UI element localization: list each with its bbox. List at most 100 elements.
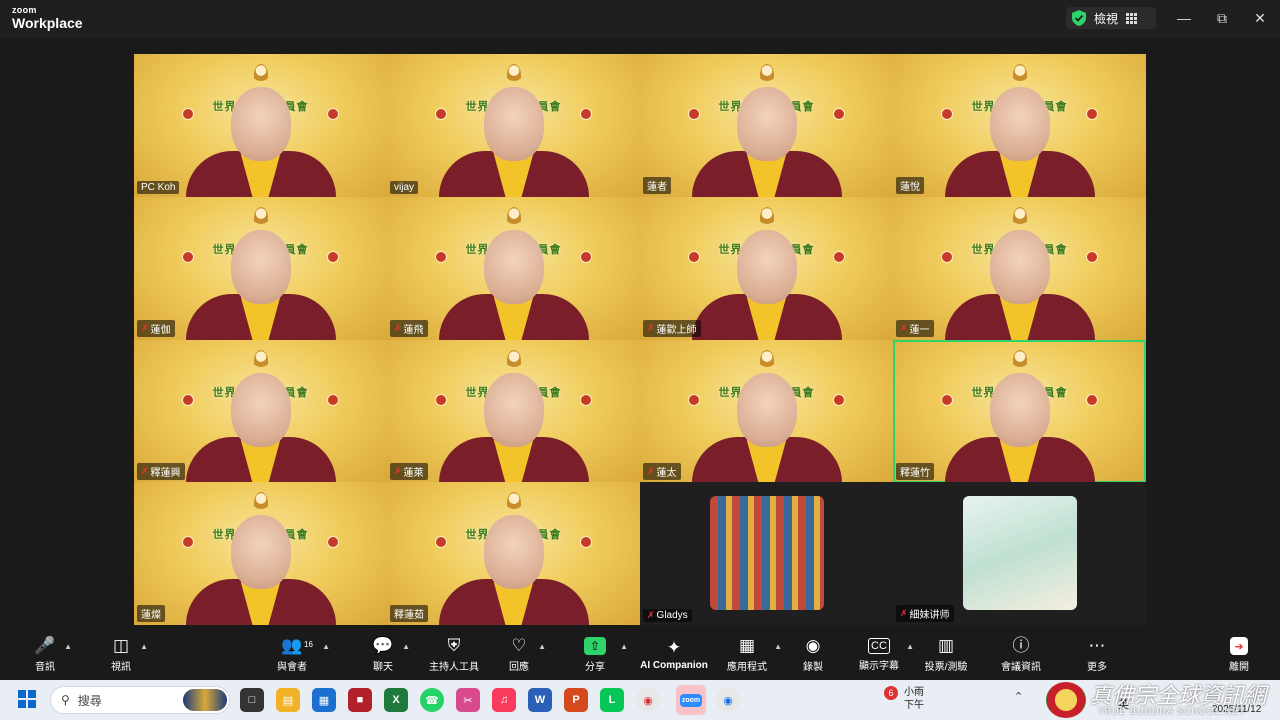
- sparkle-icon: ✦: [666, 638, 682, 657]
- chrome-alt-icon[interactable]: ◉: [716, 688, 740, 712]
- zoom-app-icon[interactable]: zoom: [676, 685, 706, 715]
- video-tile[interactable]: 世界真佛宗委員會✗釋蓮興: [134, 340, 387, 483]
- participant-name-tag: 釋蓮竹: [896, 463, 934, 480]
- audio-button[interactable]: 🎤 音訊 ▲: [30, 630, 72, 680]
- share-button[interactable]: ⇧ 分享 ▲: [580, 630, 628, 680]
- close-icon[interactable]: ✕: [1250, 8, 1270, 28]
- participant-video: [691, 222, 842, 340]
- chat-button[interactable]: 💬 聊天 ▲: [368, 630, 410, 680]
- chevron-up-icon[interactable]: ▲: [906, 642, 914, 651]
- participant-name-tag: ✗ 蓮萊: [390, 463, 428, 480]
- chevron-up-icon[interactable]: ▲: [402, 642, 410, 651]
- brand-large: Workplace: [12, 15, 83, 31]
- exit-door-icon: ➜: [1230, 637, 1248, 655]
- participant-name-tag: ✗ 蓮一: [896, 320, 934, 337]
- participant-name-tag: vijay: [390, 181, 419, 194]
- minimize-icon[interactable]: —: [1174, 8, 1194, 28]
- chrome-icon[interactable]: ◉: [636, 688, 660, 712]
- participant-video: [438, 365, 589, 483]
- video-tile[interactable]: 世界真佛宗委員會釋蓮茹: [387, 482, 640, 625]
- participant-video: [944, 365, 1095, 483]
- snipping-tool-icon[interactable]: ✂: [456, 688, 480, 712]
- video-tile[interactable]: ✗ Gladys: [640, 482, 893, 625]
- video-tile[interactable]: 世界真佛宗委員會✗蓮萊: [387, 340, 640, 483]
- line-icon[interactable]: L: [600, 688, 624, 712]
- participant-name: 蓮萊: [403, 468, 424, 479]
- more-button[interactable]: ⋯ 更多: [1082, 630, 1112, 680]
- camera-icon: ◫: [112, 636, 130, 655]
- leave-button[interactable]: ➜ 離開: [1224, 630, 1254, 680]
- whatsapp-icon[interactable]: ☎: [420, 688, 444, 712]
- participant-video: [185, 507, 336, 625]
- file-explorer-icon[interactable]: ▤: [276, 688, 300, 712]
- chevron-up-icon[interactable]: ▲: [140, 642, 148, 651]
- mic-muted-icon: ✗: [394, 466, 402, 476]
- chevron-up-icon[interactable]: ▲: [64, 642, 72, 651]
- search-icon: ⚲: [61, 693, 70, 707]
- weather-widget[interactable]: 6 小雨 下午: [884, 686, 924, 712]
- store-icon[interactable]: ▦: [312, 688, 336, 712]
- participants-button[interactable]: 👥 與會者 16 ▲: [272, 630, 330, 680]
- video-tile[interactable]: 世界真佛宗委員會✗蓮飛: [387, 197, 640, 340]
- taskbar-search[interactable]: ⚲ 搜尋: [50, 686, 230, 714]
- video-tile[interactable]: 世界真佛宗委員會✗蓮歡上師: [640, 197, 893, 340]
- participant-name-tag: ✗ 蓮飛: [390, 320, 428, 337]
- chevron-up-icon[interactable]: ▲: [774, 642, 782, 651]
- system-tray[interactable]: ⌃: [1014, 690, 1023, 703]
- participant-name-tag: 蓮燦: [137, 605, 165, 622]
- media-app-icon[interactable]: ■: [348, 688, 372, 712]
- participant-video: [691, 79, 842, 197]
- participant-video: [438, 507, 589, 625]
- video-tile[interactable]: 世界真佛宗委員會✗蓮伽: [134, 197, 387, 340]
- participant-name: 蓮燦: [141, 610, 161, 621]
- chevron-up-icon[interactable]: ⌃: [1014, 691, 1023, 703]
- video-tile[interactable]: 世界真佛宗委員會✗蓮一: [893, 197, 1146, 340]
- chevron-up-icon[interactable]: ▲: [322, 642, 330, 651]
- more-label: 更多: [1087, 662, 1107, 673]
- video-tile[interactable]: ✗ 細妹讲师: [893, 482, 1146, 625]
- word-icon[interactable]: W: [528, 688, 552, 712]
- ai-companion-button[interactable]: ✦ AI Companion: [638, 630, 710, 680]
- weather-badge: 6: [884, 686, 898, 700]
- host-tools-button[interactable]: ⛨ 主持人工具: [424, 630, 484, 680]
- video-tile[interactable]: 世界真佛宗委員會vijay: [387, 54, 640, 197]
- chevron-up-icon[interactable]: ▲: [620, 642, 628, 651]
- apps-button[interactable]: ▦ 應用程式 ▲: [724, 630, 782, 680]
- video-tile[interactable]: 世界真佛宗委員會釋蓮竹: [893, 340, 1146, 483]
- reactions-button[interactable]: ♡ 回應 ▲: [504, 630, 546, 680]
- task-view-icon[interactable]: □: [240, 688, 264, 712]
- mic-muted-icon: ✗: [900, 323, 908, 333]
- polls-button[interactable]: ▥ 投票/測驗: [922, 630, 970, 680]
- video-tile[interactable]: 世界真佛宗委員會蓮者: [640, 54, 893, 197]
- participant-name-tag: 釋蓮茹: [390, 605, 428, 622]
- bar-chart-icon: ▥: [937, 636, 955, 655]
- participant-video: [185, 79, 336, 197]
- participant-video: [185, 222, 336, 340]
- video-tile[interactable]: 世界真佛宗委員會PC Koh: [134, 54, 387, 197]
- captions-button[interactable]: CC 顯示字幕 ▲: [856, 630, 914, 680]
- video-tile[interactable]: 世界真佛宗委員會蓮悅: [893, 54, 1146, 197]
- info-icon: ⓘ: [1012, 636, 1030, 655]
- participant-video: [438, 222, 589, 340]
- video-tile[interactable]: 世界真佛宗委員會✗蓮太: [640, 340, 893, 483]
- meeting-info-button[interactable]: ⓘ 會議資訊: [998, 630, 1044, 680]
- weather-text: 小雨: [904, 687, 924, 698]
- video-label: 視訊: [111, 662, 131, 673]
- apps-label: 應用程式: [727, 662, 767, 673]
- video-button[interactable]: ◫ 視訊 ▲: [106, 630, 148, 680]
- excel-icon[interactable]: X: [384, 688, 408, 712]
- search-highlight-image: [183, 689, 227, 711]
- host-tools-label: 主持人工具: [429, 662, 479, 673]
- music-icon[interactable]: ♫: [492, 688, 516, 712]
- windows-start-icon[interactable]: [18, 690, 36, 708]
- participant-name-tag: PC Koh: [137, 181, 180, 194]
- shield-icon: ⛨: [447, 636, 461, 655]
- participant-name: 釋蓮竹: [900, 468, 930, 479]
- record-button[interactable]: ◉ 錄製: [798, 630, 828, 680]
- powerpoint-icon[interactable]: P: [564, 688, 588, 712]
- maximize-icon[interactable]: ⧉: [1212, 8, 1232, 28]
- chevron-up-icon[interactable]: ▲: [538, 642, 546, 651]
- meeting-toolbar: 🎤 音訊 ▲ ◫ 視訊 ▲ 👥 與會者 16 ▲ 💬 聊天 ▲ ⛨ 主持人工具 …: [0, 630, 1280, 680]
- video-tile[interactable]: 世界真佛宗委員會蓮燦: [134, 482, 387, 625]
- view-button[interactable]: 檢視: [1066, 7, 1156, 29]
